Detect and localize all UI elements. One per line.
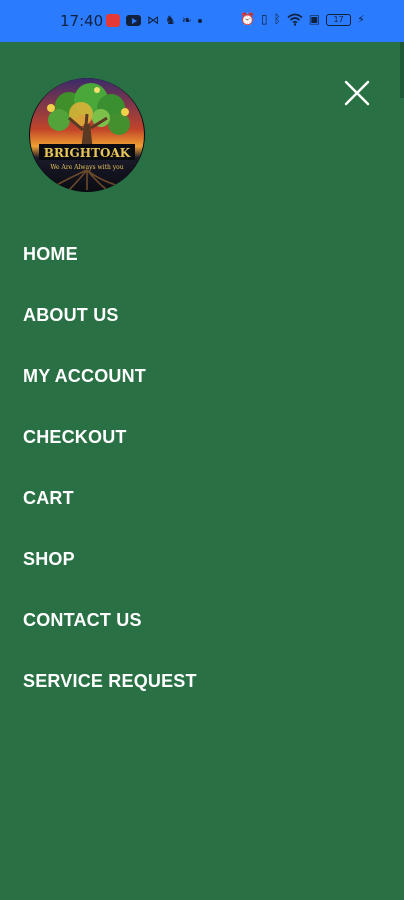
- youtube-icon: [126, 15, 141, 26]
- vibrate-icon: ▯: [260, 12, 268, 26]
- alarm-icon: ⏰: [240, 12, 255, 26]
- brightoak-logo[interactable]: BRIGHTOAK We Are Always with you: [29, 78, 145, 192]
- bird-icon: ♞: [165, 13, 176, 27]
- status-icons-left: ⋈ ♞ ❧: [106, 14, 202, 27]
- battery-level: 17: [333, 14, 344, 24]
- dot-icon: [197, 18, 202, 23]
- logo-brand-text: BRIGHTOAK: [44, 146, 131, 160]
- status-bar: 17:40 ⋈ ♞ ❧ ⏰ ▯ ᛒ ▣ 17 ⚡: [0, 0, 404, 42]
- menu-item-checkout[interactable]: CHECKOUT: [0, 407, 404, 468]
- menu-item-cart[interactable]: CART: [0, 468, 404, 529]
- wifi-icon: [287, 13, 303, 26]
- menu-item-home[interactable]: HOME: [0, 224, 404, 285]
- notification-red-icon: [106, 14, 120, 27]
- status-icons-right: ⏰ ▯ ᛒ ▣ 17 ⚡: [240, 12, 365, 27]
- mail-icon: ⋈: [147, 13, 159, 27]
- menu-item-service-request[interactable]: SERVICE REQUEST: [0, 651, 404, 712]
- close-button[interactable]: [339, 75, 375, 111]
- close-icon: [344, 80, 370, 106]
- menu-item-about-us[interactable]: ABOUT US: [0, 285, 404, 346]
- menu-item-my-account[interactable]: MY ACCOUNT: [0, 346, 404, 407]
- charging-icon: ⚡: [357, 13, 365, 26]
- scroll-indicator[interactable]: [400, 42, 404, 98]
- battery-icon: 17: [326, 13, 352, 26]
- leaf-icon: ❧: [181, 13, 192, 27]
- bluetooth-icon: ᛒ: [273, 12, 281, 26]
- menu-item-contact-us[interactable]: CONTACT US: [0, 590, 404, 651]
- drawer-menu: HOME ABOUT US MY ACCOUNT CHECKOUT CART S…: [0, 224, 404, 712]
- menu-item-shop[interactable]: SHOP: [0, 529, 404, 590]
- sim-icon: ▣: [308, 12, 321, 26]
- status-time: 17:40: [60, 12, 104, 30]
